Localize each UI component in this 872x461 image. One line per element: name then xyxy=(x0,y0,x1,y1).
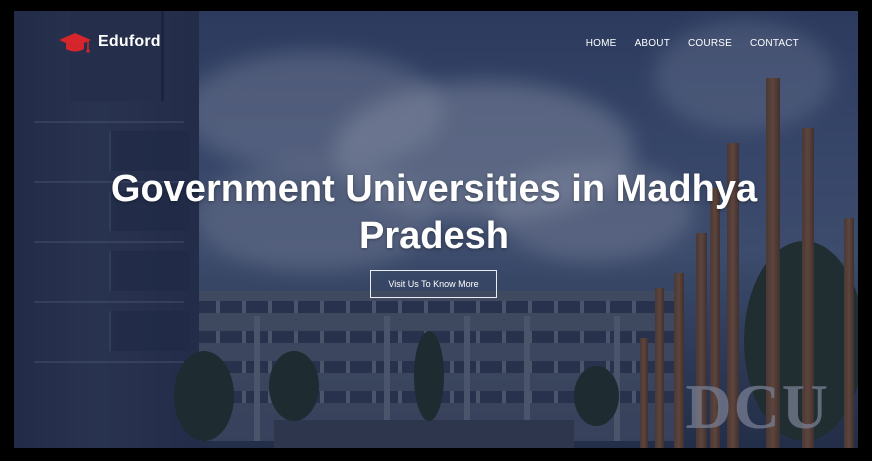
main-nav: HOME ABOUT COURSE CONTACT xyxy=(586,38,799,49)
nav-contact[interactable]: CONTACT xyxy=(750,38,799,49)
hero-section: DCU Eduford HOME ABOUT COURSE CONTACT Go… xyxy=(14,11,858,448)
brand-name: Eduford xyxy=(98,33,161,50)
graduation-cap-icon xyxy=(58,29,92,55)
brand-logo[interactable]: Eduford xyxy=(58,29,161,55)
nav-home[interactable]: HOME xyxy=(586,38,617,49)
nav-about[interactable]: ABOUT xyxy=(635,38,670,49)
visit-us-button[interactable]: Visit Us To Know More xyxy=(370,270,497,298)
nav-course[interactable]: COURSE xyxy=(688,38,732,49)
hero-title: Government Universities in Madhya Prades… xyxy=(110,168,758,257)
